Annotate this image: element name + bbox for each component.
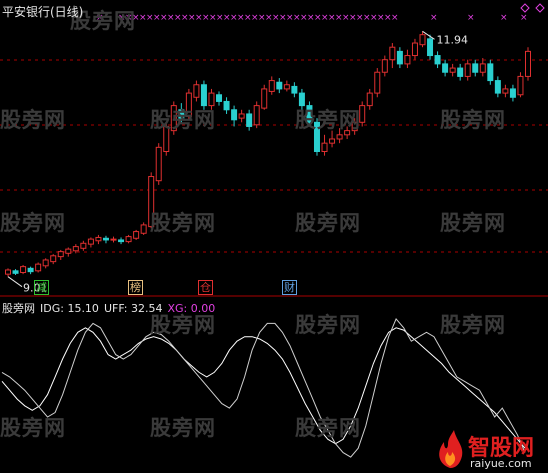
uff-value: UFF: 32.54	[103, 302, 163, 315]
candle-body	[87, 238, 94, 245]
candle-body	[404, 55, 411, 65]
candle-body	[238, 113, 245, 119]
candle-body	[434, 55, 441, 65]
signal-marker: ×	[430, 13, 438, 23]
candle-body	[50, 255, 57, 263]
candle-body	[457, 67, 464, 77]
candle-body	[389, 46, 396, 61]
candle-body	[35, 263, 42, 272]
candle-body	[246, 113, 253, 127]
candle-body	[118, 239, 125, 243]
candle-body	[509, 88, 516, 98]
candle-body	[72, 246, 79, 252]
candle-body	[329, 138, 336, 144]
candle-body	[231, 109, 238, 121]
candle-body	[57, 251, 64, 258]
xg-value: XG: 0.00	[167, 302, 216, 315]
signal-label: 榜	[128, 280, 143, 295]
watermark-text: 股旁网	[440, 313, 506, 337]
signal-marker: ×	[467, 13, 475, 23]
watermark-text: 股旁网	[150, 211, 216, 235]
watermark-text: 股旁网	[440, 211, 506, 235]
candle-body	[479, 63, 486, 73]
candle-body	[223, 100, 230, 111]
indicator-prefix: 股旁网	[2, 302, 35, 315]
candle-body	[494, 80, 501, 94]
watermark-text: 股旁网	[150, 108, 216, 132]
candle-body	[80, 242, 87, 249]
candle-body	[200, 84, 207, 107]
watermark-text: 股旁网	[0, 108, 66, 132]
watermark-text: 股旁网	[0, 211, 66, 235]
watermark-text: 股旁网	[295, 211, 361, 235]
diamond-marker	[520, 3, 530, 13]
candle-body	[95, 236, 102, 242]
candle-body	[276, 81, 283, 90]
candle-body	[472, 63, 479, 73]
candle-body	[396, 50, 403, 65]
candle-body	[525, 50, 531, 77]
candle-body	[155, 146, 162, 182]
candle-body	[27, 267, 34, 273]
candle-body	[517, 75, 524, 96]
candle-body	[20, 266, 27, 273]
signal-label: 仓	[198, 280, 213, 295]
idg-value: IDG: 15.10	[40, 302, 99, 315]
flame-icon	[439, 430, 463, 468]
candle-body	[336, 134, 343, 140]
site-logo: 智股网 raiyue.com	[432, 428, 546, 472]
candle-body	[427, 38, 434, 57]
candle-body	[442, 63, 449, 73]
candle-body	[133, 231, 140, 239]
candle-body	[321, 142, 328, 152]
candle-body	[253, 105, 260, 126]
watermark-text: 股旁网	[150, 416, 216, 440]
candle-body	[464, 63, 471, 77]
chart-title: 平安银行(日线)	[2, 5, 84, 19]
candle-body	[411, 42, 418, 57]
candle-body	[42, 259, 49, 267]
candle-body	[125, 236, 132, 243]
candle-body	[5, 269, 11, 275]
watermark-text: 股旁网	[0, 416, 66, 440]
indicator-legend: 股旁网 IDG: 15.10 UFF: 32.54 XG: 0.00	[2, 300, 220, 316]
candle-body	[419, 34, 426, 46]
candle-body	[261, 88, 268, 109]
candle-body	[140, 224, 147, 234]
signal-label: 财	[282, 280, 297, 295]
watermark-text: 股旁网	[295, 313, 361, 337]
candle-body	[110, 238, 117, 241]
watermark-text: 股旁网	[440, 108, 506, 132]
logo-url: raiyue.com	[470, 457, 532, 470]
candle-body	[502, 88, 509, 94]
signal-marker: ×	[500, 13, 508, 23]
signal-label: 减	[34, 280, 49, 295]
candle-body	[65, 248, 72, 254]
signal-marker: ×	[391, 13, 399, 23]
low-pointer	[7, 276, 23, 288]
candle-body	[291, 85, 298, 94]
diamond-marker	[535, 3, 545, 13]
candle-body	[193, 84, 200, 98]
high-label: 11.94	[436, 33, 468, 46]
candle-body	[268, 80, 275, 92]
candle-body	[102, 237, 109, 241]
watermark-text: 股旁网	[295, 108, 361, 132]
candle-body	[487, 63, 494, 82]
candle-body	[366, 92, 373, 107]
candle-body	[12, 270, 19, 274]
candle-body	[381, 59, 388, 73]
chart-stage: 11.94 9.01 × × × × × × × × × × × × × × × × × × × × × × × × × × × × × × ×…	[0, 0, 548, 473]
signal-marker: ×	[520, 13, 528, 23]
candle-body	[283, 84, 290, 90]
candle-body	[374, 71, 381, 94]
watermark-text: 股旁网	[295, 416, 361, 440]
candle-body	[449, 67, 456, 73]
candle-body	[216, 94, 223, 102]
